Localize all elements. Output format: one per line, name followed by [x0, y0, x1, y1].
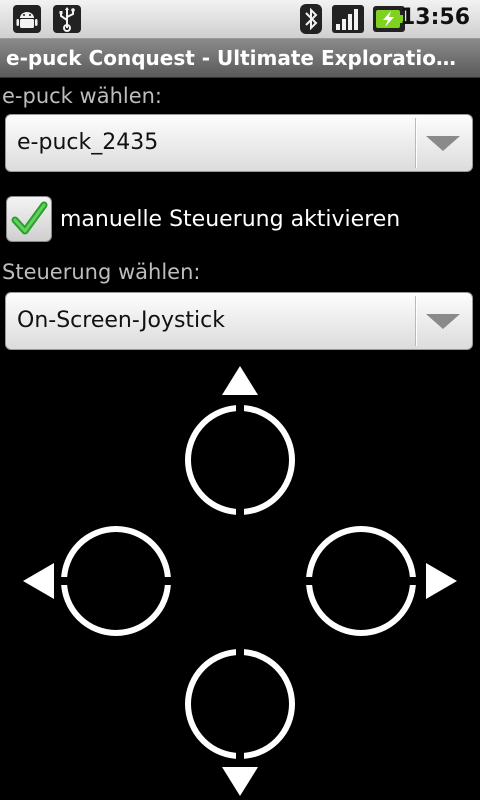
app-title: e-puck Conquest - Ultimate Exploration E… — [6, 46, 470, 70]
joystick-right-button[interactable] — [302, 526, 457, 636]
signal-icon — [330, 4, 366, 34]
manual-control-label: manuelle Steuerung aktivieren — [60, 206, 401, 232]
robot-select-spinner[interactable]: e-puck_2435 — [5, 114, 473, 172]
joystick-right-circle — [306, 526, 416, 636]
arrow-down-icon — [222, 767, 258, 796]
joystick-down-circle — [185, 649, 295, 759]
on-screen-joystick — [23, 366, 457, 796]
bluetooth-icon — [298, 4, 324, 34]
usb-icon — [50, 4, 84, 34]
manual-control-checkbox[interactable] — [6, 196, 52, 242]
android-debug-icon — [10, 4, 44, 34]
spinner-divider — [415, 296, 416, 346]
arrow-right-icon — [426, 563, 457, 599]
chevron-down-icon — [426, 136, 460, 151]
app-title-bar: e-puck Conquest - Ultimate Exploration E… — [0, 39, 480, 78]
control-select-spinner[interactable]: On-Screen-Joystick — [5, 292, 473, 350]
arrow-left-icon — [23, 563, 54, 599]
spinner-divider — [415, 118, 416, 168]
joystick-left-circle — [61, 526, 171, 636]
joystick-up-button[interactable] — [185, 366, 295, 519]
manual-control-row[interactable]: manuelle Steuerung aktivieren — [6, 195, 400, 243]
joystick-left-button[interactable] — [23, 526, 175, 636]
robot-select-value: e-puck_2435 — [17, 130, 159, 155]
status-bar: 13:56 — [0, 0, 480, 39]
robot-select-label: e-puck wählen: — [2, 84, 163, 108]
checkmark-icon — [11, 201, 48, 235]
control-select-value: On-Screen-Joystick — [17, 308, 226, 333]
status-time: 13:56 — [399, 5, 470, 30]
joystick-up-circle — [185, 405, 295, 515]
control-select-label: Steuerung wählen: — [2, 260, 201, 284]
joystick-down-button[interactable] — [185, 645, 295, 796]
arrow-up-icon — [222, 366, 258, 395]
chevron-down-icon — [426, 314, 460, 329]
